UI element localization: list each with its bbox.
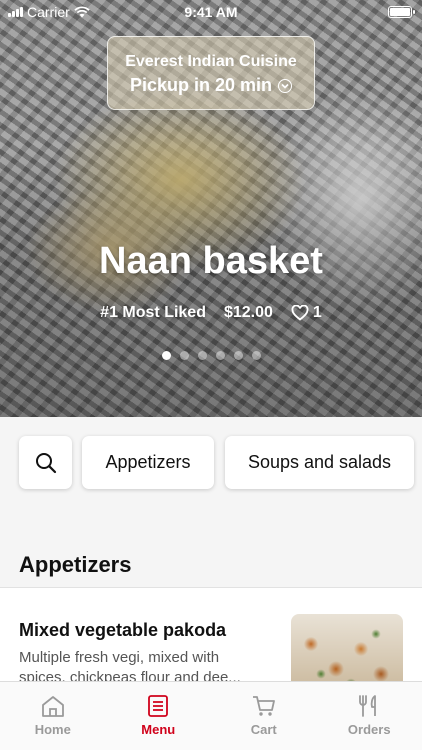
section-header: Appetizers <box>0 536 422 588</box>
dish-price: $12.00 <box>223 304 273 321</box>
search-button[interactable] <box>19 436 72 489</box>
carousel-dot[interactable] <box>197 351 207 360</box>
tab-home[interactable]: Home <box>0 682 106 750</box>
battery-icon <box>388 6 415 18</box>
home-icon <box>41 696 64 717</box>
hero-image[interactable]: Carrier 9:41 AM Everest Indian Cuisine P… <box>0 0 422 417</box>
cart-icon <box>252 696 275 716</box>
orders-icon <box>359 695 377 717</box>
search-icon <box>35 452 56 473</box>
category-bar: Appetizers Soups and salads <box>0 417 422 517</box>
tab-menu-label: Menu <box>141 722 176 737</box>
tab-cart-label: Cart <box>250 722 277 737</box>
menu-item-name: Mixed vegetable pakoda <box>19 620 227 640</box>
pickup-time-row[interactable]: Pickup in 20 min <box>108 75 314 96</box>
tab-cart[interactable]: Cart <box>211 682 317 750</box>
store-selector[interactable]: Everest Indian Cuisine Pickup in 20 min <box>107 36 315 110</box>
carousel-dot[interactable] <box>179 351 189 360</box>
status-time: 9:41 AM <box>184 4 238 20</box>
category-chip-soups[interactable]: Soups and salads <box>225 436 414 489</box>
tab-orders-label: Orders <box>347 722 391 737</box>
like-button[interactable]: 1 <box>291 304 322 322</box>
like-count: 1 <box>312 304 322 321</box>
featured-dish-title: Naan basket <box>99 240 323 282</box>
tab-orders[interactable]: Orders <box>317 682 422 750</box>
carousel-dot[interactable] <box>251 351 261 360</box>
category-chip-appetizers[interactable]: Appetizers <box>82 436 214 489</box>
store-name: Everest Indian Cuisine <box>125 53 297 70</box>
dish-rank: #1 Most Liked <box>100 304 206 321</box>
carousel-dot[interactable] <box>233 351 243 360</box>
carousel-dot[interactable] <box>161 351 171 360</box>
heart-icon <box>291 305 309 321</box>
section-title: Appetizers <box>19 552 132 577</box>
tab-bar: Home Menu Cart Orders <box>0 681 422 750</box>
status-bar: Carrier 9:41 AM <box>0 0 422 24</box>
chevron-down-icon <box>278 78 293 93</box>
tab-home-label: Home <box>34 722 71 737</box>
menu-icon <box>148 695 169 717</box>
pickup-time: Pickup in 20 min <box>129 75 273 95</box>
carousel-indicator[interactable] <box>0 351 422 360</box>
carousel-dot[interactable] <box>215 351 225 360</box>
tab-menu[interactable]: Menu <box>106 682 212 750</box>
featured-dish-meta: #1 Most Liked $12.00 1 <box>0 304 422 322</box>
